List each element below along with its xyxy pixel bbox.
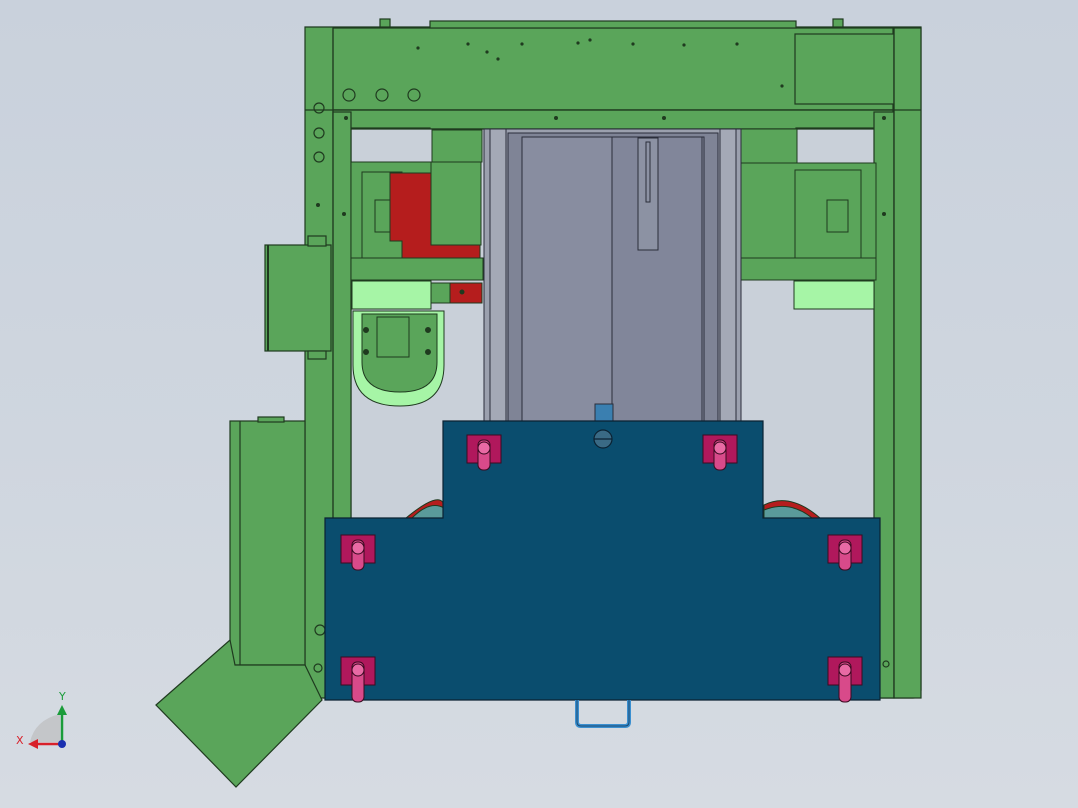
axis-triad: Y X [16,690,67,749]
x-axis-label: X [16,734,24,747]
y-axis-label: Y [58,690,66,703]
left-side-box[interactable] [264,235,332,360]
left-lower-panel[interactable] [229,416,306,666]
model-drawing[interactable]: Y X [0,0,1078,808]
z-axis-dot [58,740,66,748]
center-channel[interactable] [483,128,742,423]
bottom-handle[interactable] [575,700,631,728]
cad-graphics-viewport[interactable]: Y X [0,0,1078,808]
